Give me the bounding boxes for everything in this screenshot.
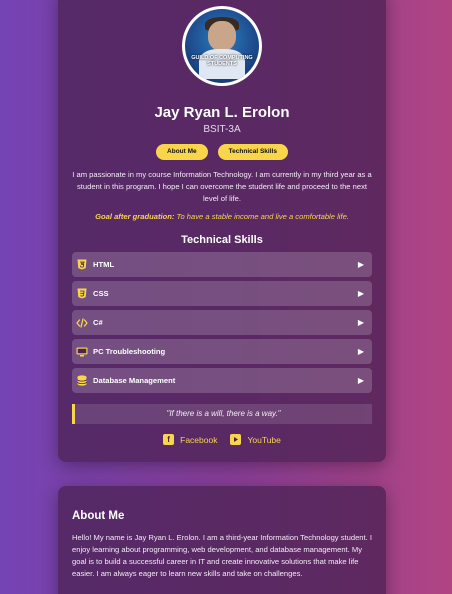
youtube-label: YouTube [247, 434, 281, 445]
html5-icon [76, 259, 88, 271]
goal-text: To have a stable income and live a comfo… [174, 212, 349, 221]
monitor-icon [76, 346, 88, 358]
about-text: Hello! My name is Jay Ryan L. Erolon. I … [72, 533, 372, 578]
avatar-image: GUILD OF COMPUTING STUDENTS [185, 9, 259, 83]
skill-item-css[interactable]: CSS ▶ [72, 281, 372, 306]
about-me-button[interactable]: About Me [156, 144, 208, 160]
css3-icon [76, 288, 88, 300]
profile-bio: I am passionate in my course Information… [72, 170, 372, 203]
avatar-caption: GUILD OF COMPUTING STUDENTS [191, 55, 253, 67]
code-icon [76, 317, 88, 329]
profile-name: Jay Ryan L. Erolon [154, 104, 290, 121]
play-arrow-icon: ▶ [357, 289, 364, 298]
profile-buttons: About Me Technical Skills [58, 144, 386, 160]
play-arrow-icon: ▶ [357, 318, 364, 327]
about-card: About Me Hello! My name is Jay Ryan L. E… [58, 486, 386, 594]
facebook-icon: f [163, 434, 175, 445]
skill-label: C# [93, 318, 103, 327]
skill-label: HTML [93, 260, 115, 269]
skill-item-csharp[interactable]: C# ▶ [72, 310, 372, 335]
motto-quote: "If there is a will, there is a way." [72, 404, 372, 424]
avatar: GUILD OF COMPUTING STUDENTS [182, 6, 262, 86]
play-arrow-icon: ▶ [357, 260, 364, 269]
play-arrow-icon: ▶ [357, 347, 364, 356]
goal-label: Goal after graduation: [95, 212, 175, 221]
skill-item-pc-troubleshooting[interactable]: PC Troubleshooting ▶ [72, 339, 372, 364]
youtube-link[interactable]: YouTube [230, 434, 281, 445]
database-icon [76, 375, 88, 387]
facebook-link[interactable]: f Facebook [163, 434, 217, 445]
play-arrow-icon: ▶ [357, 376, 364, 385]
youtube-icon [230, 434, 242, 445]
skill-label: PC Troubleshooting [93, 347, 166, 356]
skill-label: Database Management [93, 376, 176, 385]
about-title: About Me [72, 510, 125, 522]
skill-item-html[interactable]: HTML ▶ [72, 252, 372, 277]
social-links: f Facebook YouTube [58, 434, 386, 445]
facebook-label: Facebook [180, 434, 218, 445]
skills-title: Technical Skills [181, 234, 263, 246]
skill-item-database-management[interactable]: Database Management ▶ [72, 368, 372, 393]
profile-section: BSIT-3A [203, 124, 241, 135]
skill-label: CSS [93, 289, 109, 298]
profile-card: GUILD OF COMPUTING STUDENTS Jay Ryan L. … [58, 0, 386, 462]
technical-skills-button[interactable]: Technical Skills [217, 144, 288, 160]
graduation-goal: Goal after graduation: To have a stable … [58, 212, 386, 221]
